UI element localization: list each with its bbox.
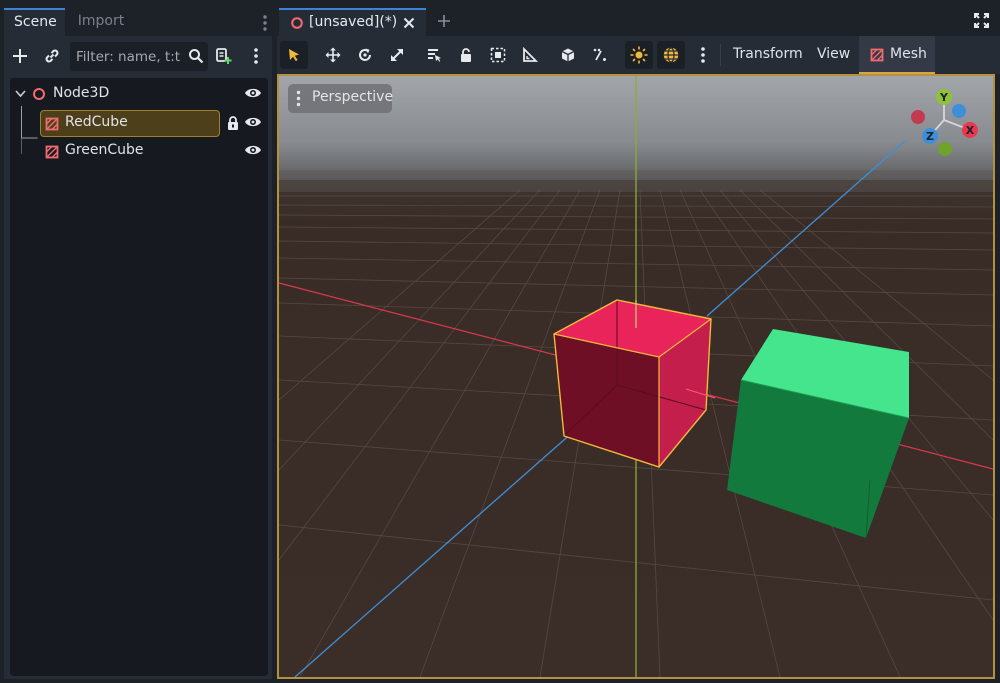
more-vertical-icon — [254, 48, 258, 64]
new-scene-plus-icon[interactable] — [437, 14, 451, 28]
viewport-3d[interactable]: Y X Z Perspective — [277, 74, 995, 679]
tree-label: RedCube — [65, 114, 128, 130]
group-icon — [490, 47, 506, 63]
scene-dock-body: Node3D RedCube GreenCube — [4, 36, 272, 679]
mesh-menu[interactable]: Mesh — [859, 36, 935, 74]
toggle-preview-environment-button[interactable] — [657, 41, 685, 69]
rotate-icon — [359, 48, 371, 61]
scene-dock-tabs: Scene Import — [4, 8, 272, 36]
tree-row-redcube[interactable]: RedCube — [10, 109, 268, 137]
lock-icon[interactable] — [226, 115, 240, 131]
tree-label: Node3D — [53, 85, 110, 101]
lock-selected-button[interactable] — [452, 41, 480, 69]
node3d-icon — [291, 17, 303, 29]
gizmo-x-label: X — [966, 124, 975, 137]
instance-scene-button[interactable] — [38, 42, 66, 70]
tab-import[interactable]: Import — [66, 8, 136, 36]
tree-row-node3d[interactable]: Node3D — [10, 80, 268, 108]
globe-icon — [663, 47, 679, 63]
more-vertical-icon — [701, 47, 705, 63]
visibility-eye-icon[interactable] — [244, 143, 262, 157]
scene-options-button[interactable] — [242, 42, 270, 70]
preview-options-button[interactable] — [689, 41, 717, 69]
node3d-icon — [33, 88, 45, 100]
scene-tab-unsaved[interactable]: [unsaved](*) — [279, 8, 426, 36]
visibility-eye-icon[interactable] — [244, 115, 262, 129]
tree-row-greencube[interactable]: GreenCube — [10, 138, 268, 166]
move-icon — [325, 47, 341, 63]
toolbar-separator — [720, 44, 721, 66]
list-select-icon — [428, 49, 441, 62]
local-space-button[interactable] — [554, 41, 582, 69]
editor-main-panel: [unsaved](*) Transform View Mesh Y X Z P… — [277, 0, 1000, 683]
transform-menu[interactable]: Transform — [733, 46, 803, 62]
plus-icon — [13, 49, 27, 63]
filter-nodes-box — [70, 42, 208, 71]
gizmo-z-label: Z — [926, 130, 934, 143]
select-mode-button[interactable] — [280, 41, 308, 69]
cursor-arrow-icon — [289, 49, 299, 62]
list-select-button[interactable] — [420, 41, 448, 69]
script-add-icon — [216, 48, 232, 64]
group-selected-button[interactable] — [484, 41, 512, 69]
ruler-mode-button[interactable] — [516, 41, 544, 69]
move-mode-button[interactable] — [319, 41, 347, 69]
gizmo-neg-z-handle[interactable] — [952, 104, 966, 118]
lock-icon — [461, 48, 471, 62]
rotate-mode-button[interactable] — [351, 41, 379, 69]
snap-button[interactable] — [586, 41, 614, 69]
tree-label: GreenCube — [65, 142, 144, 158]
mesh-instance-icon — [45, 145, 59, 159]
perspective-label: Perspective — [312, 89, 394, 105]
filter-input[interactable] — [76, 42, 180, 71]
mesh-menu-label: Mesh — [890, 46, 927, 62]
ruler-icon — [523, 47, 538, 62]
perspective-menu-button[interactable]: Perspective — [288, 84, 394, 113]
toggle-preview-sun-button[interactable] — [625, 41, 653, 69]
scene-tab-label: [unsaved](*) — [309, 14, 398, 30]
gizmo-neg-x-handle[interactable] — [911, 110, 925, 124]
cube-icon — [561, 48, 575, 62]
add-node-button[interactable] — [6, 42, 34, 70]
scene-dock: Scene Import Filter: name, t:t Node3D Re… — [0, 0, 273, 683]
scale-icon — [391, 49, 403, 61]
scale-mode-button[interactable] — [383, 41, 411, 69]
chevron-down-icon[interactable] — [15, 89, 26, 99]
attach-script-button[interactable] — [209, 42, 237, 70]
mesh-instance-icon — [870, 48, 884, 62]
close-icon[interactable] — [403, 17, 415, 29]
dock-options-icon[interactable] — [262, 14, 268, 32]
tab-scene[interactable]: Scene — [4, 8, 65, 36]
viewport-scene[interactable]: Y X Z — [279, 76, 993, 677]
sun-icon — [630, 46, 648, 64]
link-icon — [45, 49, 59, 63]
search-icon — [188, 48, 204, 64]
distraction-free-icon[interactable] — [974, 13, 989, 28]
gizmo-neg-y-handle[interactable] — [938, 142, 952, 156]
gizmo-y-label: Y — [939, 91, 949, 104]
more-vertical-icon — [296, 90, 301, 107]
scene-tree: Node3D RedCube GreenCube — [10, 78, 268, 676]
viewport-toolbar: Transform View Mesh — [277, 36, 1000, 74]
view-menu[interactable]: View — [817, 46, 850, 62]
mesh-instance-icon — [45, 117, 59, 131]
visibility-eye-icon[interactable] — [244, 86, 262, 100]
snap-magnet-icon — [593, 48, 606, 61]
